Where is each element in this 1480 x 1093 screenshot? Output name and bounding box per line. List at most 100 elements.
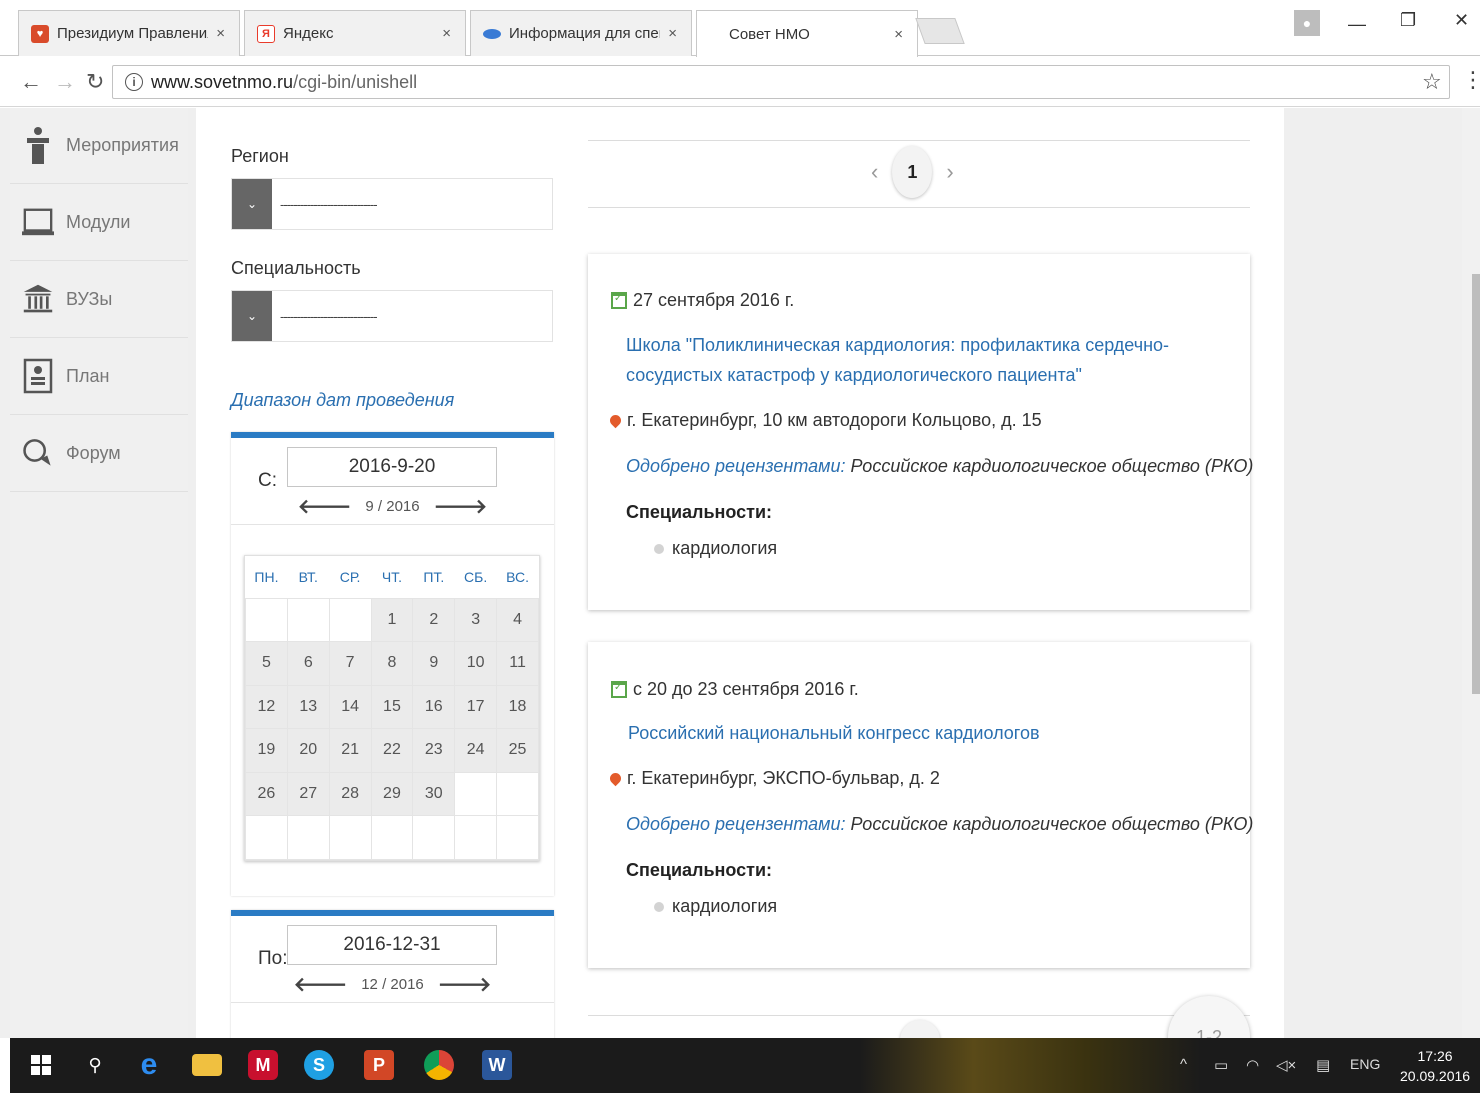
nav-item-events[interactable]: Мероприятия [10,108,188,184]
page-scrollbar[interactable] [1462,108,1480,1038]
tab-yandex[interactable]: Я Яндекс × [244,10,466,56]
calendar-day[interactable]: 4 [496,597,539,642]
calendar-day[interactable]: 11 [496,641,539,686]
scrollbar-thumb[interactable] [1472,274,1480,694]
region-select[interactable]: ⌄ ----------------------------- [231,178,553,230]
calendar-day[interactable]: 9 [412,641,456,686]
results-count-fab[interactable]: 1-2 [1168,996,1250,1038]
calendar-day[interactable]: 20 [286,728,330,773]
reload-icon[interactable]: ↻ [86,69,104,95]
calendar-day[interactable]: 28 [328,771,372,816]
wifi-icon[interactable]: ◠ [1246,1056,1259,1074]
address-bar[interactable]: i www.sovetnmo.ru/cgi-bin/unishell [112,65,1450,99]
calendar-day[interactable]: 25 [496,728,539,773]
calendar-day[interactable]: 12 [245,684,288,729]
forward-arrow-icon[interactable]: → [54,69,76,95]
calendar-day[interactable]: 7 [328,641,372,686]
page-viewport: Мероприятия Модули ВУЗы План Форум Регио… [0,108,1480,1038]
close-window-icon[interactable]: ✕ [1454,10,1469,31]
calendar-day[interactable]: 18 [496,684,539,729]
calendar-day[interactable]: 19 [245,728,288,773]
specialty-select[interactable]: ⌄ ----------------------------- [231,290,553,342]
calendar-day[interactable]: 5 [245,641,288,686]
mcafee-icon[interactable]: M [248,1050,278,1080]
calendar-day[interactable]: 8 [370,641,414,686]
nav-item-universities[interactable]: ВУЗы [10,261,188,338]
system-clock[interactable]: 17:26 20.09.2016 [1400,1046,1470,1086]
calendar-day[interactable]: 22 [370,728,414,773]
calendar-day[interactable]: 13 [286,684,330,729]
tab-prezidium[interactable]: ♥ Президиум Правления × [18,10,240,56]
tab-close-icon[interactable]: × [668,25,677,42]
powerpoint-icon[interactable]: P [364,1050,394,1080]
event-approval: Одобрено рецензентами: Российское кардио… [626,814,1254,834]
tray-overflow-chevron-icon[interactable]: ^ [1180,1056,1187,1073]
specialties-label: Специальности: [626,860,773,880]
menu-kebab-icon[interactable]: ⋮ [1462,67,1480,93]
nav-item-plan[interactable]: План [10,338,188,415]
calendar-day[interactable]: 14 [328,684,372,729]
minimize-icon[interactable]: — [1348,14,1366,35]
weekday-header: ПТ. [412,556,455,599]
calendar-day[interactable]: 15 [370,684,414,729]
page-button[interactable] [900,1020,940,1038]
university-building-icon [22,282,54,316]
weekday-header: СБ. [454,556,497,599]
calendar-day[interactable]: 17 [454,684,498,729]
calendar-day[interactable]: 30 [412,771,456,816]
chrome-icon[interactable] [424,1050,454,1080]
calendar-day[interactable]: 16 [412,684,456,729]
date-to-input[interactable]: 2016-12-31 [287,925,497,965]
skype-icon[interactable]: S [304,1050,334,1080]
calendar-day[interactable]: 6 [286,641,330,686]
prev-page-chevron-icon[interactable]: ‹ [871,159,878,185]
event-title-link[interactable]: Российский национальный конгресс кардиол… [628,718,1228,748]
file-explorer-icon[interactable] [192,1054,222,1076]
volume-muted-icon[interactable]: ◁× [1276,1056,1296,1074]
calendar-day[interactable]: 24 [454,728,498,773]
prev-month-arrow-icon[interactable]: 🡐 [294,972,348,997]
laptop-icon [22,205,54,239]
windows-start-icon[interactable] [26,1050,56,1080]
date-from-input[interactable]: 2016-9-20 [287,447,497,487]
calendar-day[interactable]: 23 [412,728,456,773]
tab-close-icon[interactable]: × [216,25,225,42]
notifications-icon[interactable]: ▤ [1316,1056,1330,1074]
taskbar-wallpaper-glow [860,1038,1200,1093]
tab-info-specialists[interactable]: Информация для специ × [470,10,692,56]
restore-icon[interactable]: ❐ [1400,10,1416,31]
next-page-chevron-icon[interactable]: › [946,159,953,185]
divider [588,207,1250,208]
date-range-link[interactable]: Диапазон дат проведения [231,390,454,411]
battery-icon[interactable]: ▭ [1214,1056,1228,1074]
language-indicator[interactable]: ENG [1350,1056,1380,1072]
search-icon[interactable]: ⚲ [80,1050,110,1080]
nav-item-modules[interactable]: Модули [10,184,188,261]
nav-item-forum[interactable]: Форум [10,415,188,492]
profile-icon[interactable]: ● [1294,10,1320,36]
calendar-day[interactable]: 3 [454,597,498,642]
pagination: ‹ 1 › [871,146,954,198]
event-title-link[interactable]: Школа "Поликлиническая кардиология: проф… [626,330,1226,390]
info-icon[interactable]: i [125,73,143,91]
edge-browser-icon[interactable]: e [134,1048,164,1081]
word-icon[interactable]: W [482,1050,512,1080]
tab-sovet-nmo[interactable]: Совет НМО × [696,10,918,57]
page-1-button[interactable]: 1 [892,146,933,198]
calendar-day[interactable]: 2 [412,597,456,642]
calendar-day[interactable]: 29 [370,771,414,816]
tab-close-icon[interactable]: × [894,26,903,43]
new-tab-button[interactable] [915,18,965,44]
calendar-day[interactable]: 27 [286,771,330,816]
next-month-arrow-icon[interactable]: 🡒 [438,972,492,997]
prev-month-arrow-icon[interactable]: 🡐 [298,494,352,519]
calendar-day[interactable]: 21 [328,728,372,773]
calendar-day[interactable]: 26 [245,771,288,816]
map-pin-icon [607,412,624,429]
calendar-day[interactable]: 10 [454,641,498,686]
next-month-arrow-icon[interactable]: 🡒 [434,494,488,519]
bookmark-star-icon[interactable]: ☆ [1422,69,1442,95]
calendar-day[interactable]: 1 [370,597,414,642]
back-arrow-icon[interactable]: ← [20,69,42,95]
tab-close-icon[interactable]: × [442,25,451,42]
